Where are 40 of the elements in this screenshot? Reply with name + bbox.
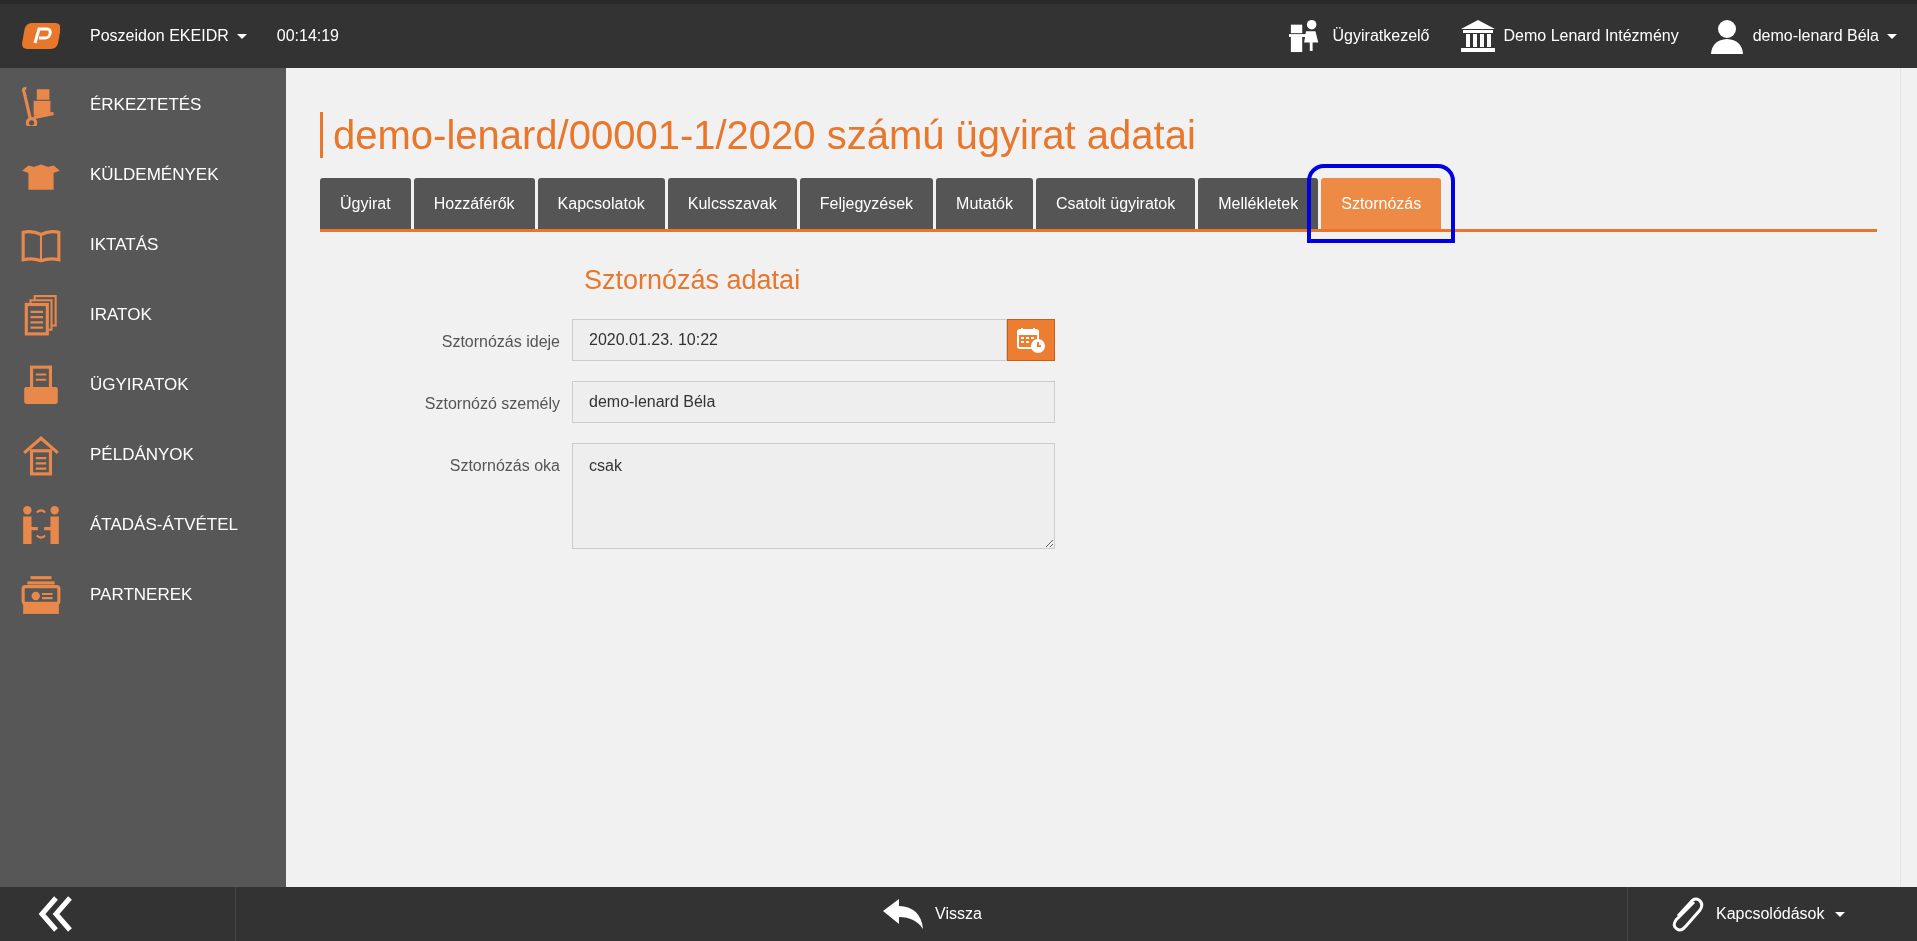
calendar-clock-icon <box>1016 325 1046 354</box>
institution-button[interactable]: Demo Lenard Intézmény <box>1459 19 1679 53</box>
tab[interactable]: Kapcsolatok <box>537 178 665 229</box>
tab[interactable]: Csatolt ügyiratok <box>1036 178 1196 229</box>
reason-textarea[interactable]: csak <box>572 442 1055 549</box>
logo-icon <box>20 21 60 51</box>
reply-arrow-icon <box>881 897 926 931</box>
sidebar-item[interactable]: ÉRKEZTETÉS <box>0 70 286 140</box>
field-label: Sztornózó személy <box>423 393 560 414</box>
people-exchange-icon <box>20 504 62 546</box>
field-label: Sztornózás ideje <box>440 331 560 352</box>
tab[interactable]: Feljegyzések <box>799 178 934 229</box>
tab[interactable]: Mellékletek <box>1198 178 1319 229</box>
user-silhouette-icon <box>1708 18 1745 54</box>
section-title: Sztornózás adatai <box>584 264 802 297</box>
document-house-icon <box>20 434 62 476</box>
sidebar-item[interactable]: ÁTADÁS-ÁTVÉTEL <box>0 490 286 560</box>
building-icon <box>1459 19 1496 53</box>
tab[interactable]: Hozzáférők <box>413 178 535 229</box>
tab[interactable]: Mutatók <box>936 178 1033 229</box>
card-file-icon <box>20 574 62 616</box>
user-menu[interactable]: demo-lenard Béla <box>1708 18 1897 54</box>
sidebar-item[interactable]: IKTATÁS <box>0 210 286 280</box>
app-menu[interactable]: Poszeidon EKEIDR <box>90 24 247 48</box>
sidebar-item[interactable]: IRATOK <box>0 280 286 350</box>
calendar-clock-button[interactable] <box>1007 318 1055 361</box>
input-field[interactable]: demo-lenard Béla <box>572 380 1055 423</box>
page-title: demo-lenard/00001-1/2020 számú ügyirat adatai <box>320 112 1877 158</box>
sidebar-item[interactable]: ÜGYIRATOK <box>0 350 286 420</box>
tab[interactable]: Kulcsszavak <box>667 178 797 229</box>
related-items-menu[interactable]: Kapcsolódások <box>1666 894 1845 934</box>
role-button[interactable]: Ügyiratkezelő <box>1286 19 1430 53</box>
sidebar-item[interactable]: PÉLDÁNYOK <box>0 420 286 490</box>
sidebar-item[interactable]: KÜLDEMÉNYEK <box>0 140 286 210</box>
back-button[interactable]: Vissza <box>881 897 982 931</box>
session-timer: 00:14:19 <box>276 26 339 46</box>
tab[interactable]: Ügyirat <box>320 178 411 229</box>
sidebar-item[interactable]: PARTNEREK <box>0 560 286 630</box>
field-label: Sztornózás oka <box>448 455 560 476</box>
input-field[interactable]: 2020.01.23. 10:22 <box>572 318 1007 361</box>
